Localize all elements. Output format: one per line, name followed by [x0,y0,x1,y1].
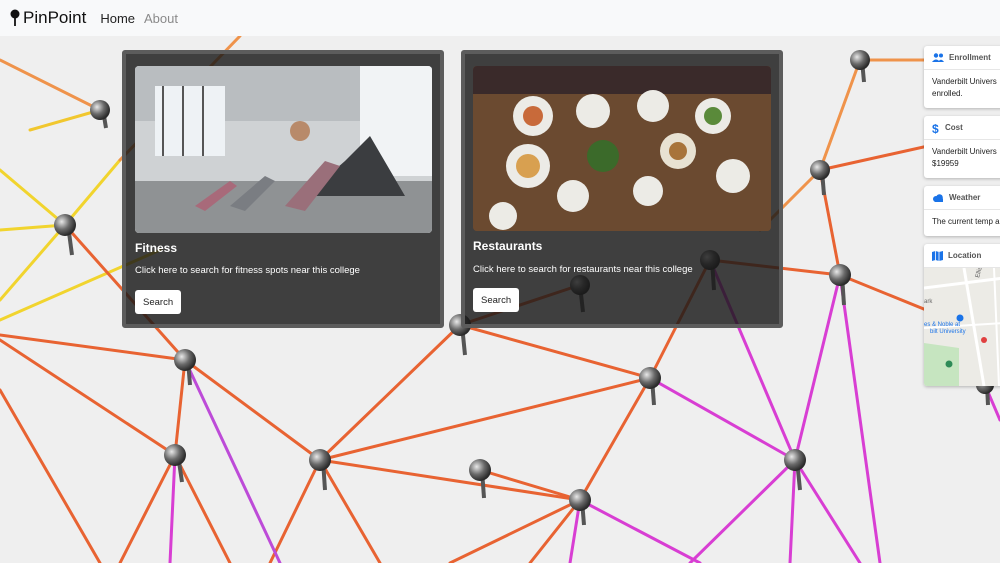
svg-text:$: $ [932,122,939,134]
fitness-search-button[interactable]: Search [135,290,182,314]
enrollment-card: Enrollment Vanderbilt Univers enrolled. [924,46,1000,108]
fitness-title: Fitness [135,241,178,255]
map-icon [932,250,943,261]
people-icon [932,53,944,62]
restaurants-search-button[interactable]: Search [473,288,520,312]
restaurants-card: Restaurants Click here to search for res… [461,50,783,328]
weather-text: The current temp a [932,217,1000,226]
dollar-icon: $ [932,122,939,134]
enrollment-text: Vanderbilt Univers enrolled. [932,77,997,98]
cost-header: $ Cost [924,116,1000,140]
cost-title: Cost [945,123,963,132]
location-header: Location [924,244,1000,268]
brand-name: PinPoint [23,8,87,27]
cloud-icon [933,193,943,202]
map-graphic: Ellisto ark es & Noble at bilt Universit… [924,268,1000,386]
cost-card: $ Cost Vanderbilt Univers $19959 [924,116,1000,178]
pin-icon [10,9,20,26]
location-card: Location Ellisto ark es & Noble at bilt … [924,244,1000,386]
fitness-card: Fitness Click here to search for fitness… [122,50,444,328]
weather-card: Weather The current temp a [924,186,1000,236]
restaurants-image [473,66,771,231]
restaurants-description: Click here to search for restaurants nea… [473,264,693,275]
weather-title: Weather [949,193,981,202]
fitness-description: Click here to search for fitness spots n… [135,265,360,276]
location-map[interactable]: Ellisto ark es & Noble at bilt Universit… [924,268,1000,386]
location-title: Location [948,251,982,260]
nav-about-link[interactable]: About [144,11,178,26]
map-label-park: ark [924,299,933,305]
enrollment-header: Enrollment [924,46,1000,70]
restaurants-title: Restaurants [473,239,543,253]
navbar: PinPoint Home About [0,0,1000,36]
fitness-image [135,66,432,233]
nav-home-link[interactable]: Home [100,11,135,26]
map-label-bookstore: es & Noble at [924,322,960,328]
cost-text: Vanderbilt Univers $19959 [932,147,997,168]
enrollment-title: Enrollment [949,53,991,62]
weather-header: Weather [924,186,1000,210]
map-label-university: bilt University [930,329,966,335]
brand-link[interactable]: PinPoint [9,8,86,28]
fitness-photo-graphic [135,66,432,233]
restaurants-photo-graphic [473,66,771,231]
